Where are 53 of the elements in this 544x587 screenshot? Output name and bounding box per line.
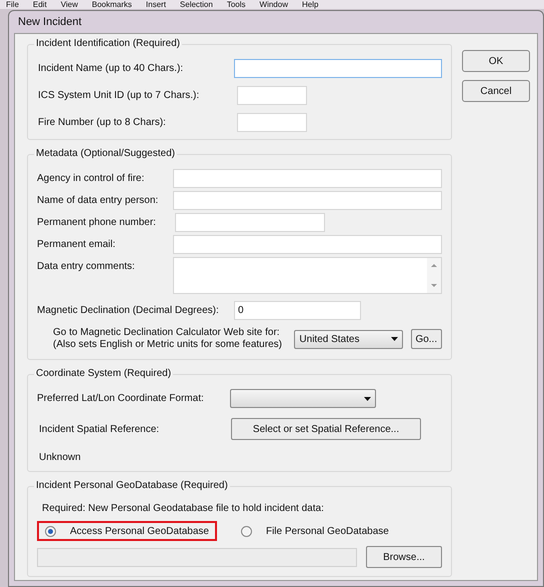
dialog-button[interactable]: OK	[462, 50, 530, 72]
group-title: Incident Identification (Required)	[34, 38, 182, 50]
radio-option[interactable]: File Personal GeoDatabase	[232, 521, 397, 541]
field-label: Incident Name (up to 40 Chars.):	[37, 62, 184, 76]
dropdown[interactable]: United States	[294, 330, 403, 348]
status-text: Unknown	[38, 451, 82, 465]
menu-item[interactable]: Insert	[146, 0, 166, 9]
note-text: Required: New Personal Geodatabase file to hold incident data:	[41, 502, 325, 516]
field-label: Preferred Lat/Lon Coordinate Format:	[37, 392, 205, 406]
input-field[interactable]	[172, 169, 442, 188]
menu-item[interactable]: Tools	[226, 0, 246, 9]
input-field[interactable]: 0	[234, 301, 361, 320]
scrollbar[interactable]	[427, 258, 441, 293]
go-button[interactable]: Go...	[410, 329, 442, 349]
field-label: Agency in control of fire:	[37, 172, 146, 186]
field-label: ICS System Unit ID (up to 7 Chars.):	[37, 89, 200, 103]
input-field[interactable]	[237, 113, 307, 132]
window-title: New Incident	[18, 14, 82, 30]
field-label: Incident Spatial Reference:	[38, 422, 160, 436]
field-label: Permanent phone number:	[37, 216, 157, 230]
input-field[interactable]	[237, 86, 307, 105]
field-label: Magnetic Declination (Decimal Degrees):	[37, 304, 220, 318]
group-title: Metadata (Optional/Suggested)	[34, 148, 177, 160]
field-label: Go to Magnetic Declination Calculator Web site for:	[53, 327, 281, 339]
input-field[interactable]	[175, 213, 325, 232]
scroll-up-icon[interactable]	[431, 264, 437, 267]
note-text: (Also sets English or Metric units for some features)	[53, 339, 283, 351]
input-field[interactable]	[234, 59, 442, 78]
text-area[interactable]	[172, 257, 442, 294]
path-field[interactable]	[37, 548, 357, 566]
menu-item[interactable]: View	[60, 0, 78, 9]
scroll-down-icon[interactable]	[431, 284, 437, 287]
menu-item[interactable]: Selection	[180, 0, 213, 9]
spatial-reference-button[interactable]: Select or set Spatial Reference...	[231, 418, 421, 440]
dialog-button[interactable]: Cancel	[462, 80, 530, 102]
menu-item[interactable]: Bookmarks	[92, 0, 132, 9]
menu-item[interactable]: File	[6, 0, 19, 9]
caret-icon	[390, 337, 398, 341]
menu-item[interactable]: Edit	[32, 0, 47, 9]
browse-button[interactable]: Browse...	[366, 546, 442, 568]
input-field[interactable]	[172, 191, 442, 210]
field-label: Permanent email:	[37, 238, 116, 252]
radio-option[interactable]: Access Personal GeoDatabase	[37, 521, 217, 541]
menu-item[interactable]: Window	[260, 0, 288, 9]
field-label: Fire Number (up to 8 Chars):	[37, 116, 167, 130]
caret-icon	[364, 396, 371, 400]
menu-item[interactable]: Help	[302, 0, 318, 9]
field-label: Name of data entry person:	[37, 194, 160, 208]
dropdown[interactable]	[230, 389, 376, 408]
input-field[interactable]	[172, 235, 442, 254]
field-label: Data entry comments:	[37, 260, 136, 274]
group-title: Coordinate System (Required)	[34, 368, 174, 380]
group-title: Incident Personal GeoDatabase (Required)	[34, 480, 230, 492]
